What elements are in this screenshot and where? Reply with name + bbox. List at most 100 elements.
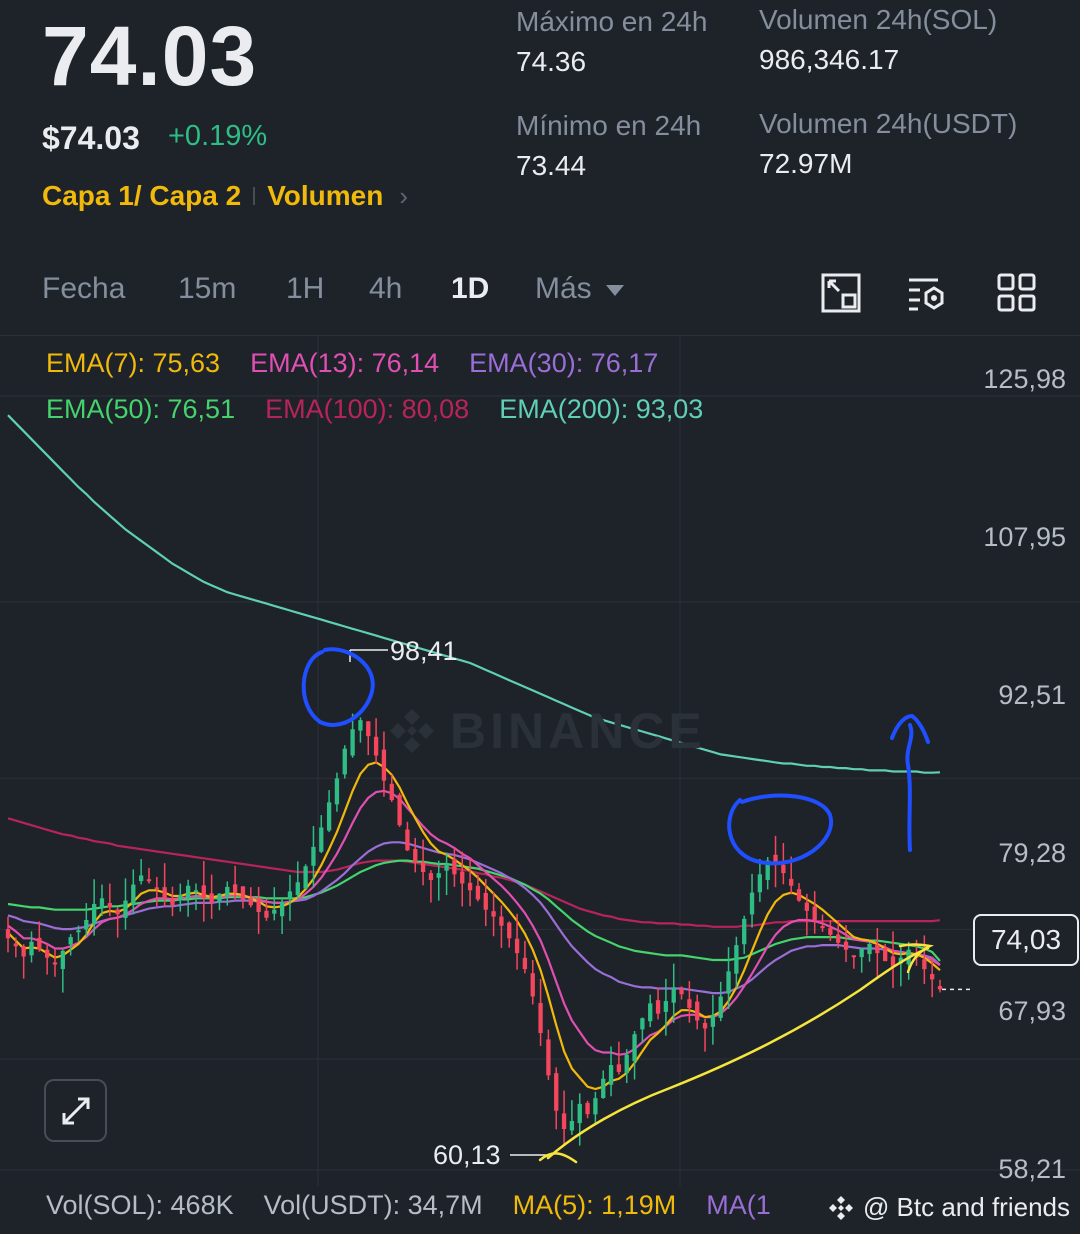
candle-body xyxy=(726,971,731,994)
candle-body xyxy=(201,885,206,899)
candle-body xyxy=(405,829,410,851)
candle-body xyxy=(875,944,880,954)
candle-body xyxy=(757,874,763,893)
candle-body xyxy=(358,720,363,731)
indicator-settings-icon[interactable] xyxy=(906,272,948,314)
stat-label: Mínimo en 24h xyxy=(516,110,702,141)
candle-body xyxy=(311,846,316,866)
tag-separator xyxy=(253,187,256,205)
stat-label: Máximo en 24h xyxy=(516,6,708,37)
chart-expand-icon[interactable] xyxy=(820,272,862,314)
candle-body xyxy=(507,922,512,939)
candle-body xyxy=(256,898,261,912)
y-tick-label: 125,98 xyxy=(983,364,1066,394)
candle-body xyxy=(601,1078,606,1099)
tab-4h[interactable]: 4h xyxy=(369,272,402,306)
candle-body xyxy=(734,945,739,974)
candle-body xyxy=(13,943,18,947)
binance-logo-icon xyxy=(390,709,434,753)
candle-body xyxy=(593,1098,598,1115)
price-chart[interactable] xyxy=(0,336,1080,1186)
tab-more[interactable]: Más xyxy=(535,272,624,306)
y-tick-label: 79,28 xyxy=(998,838,1066,868)
candle-body xyxy=(115,909,120,915)
candle-body xyxy=(749,892,755,915)
chevron-right-icon[interactable]: › xyxy=(399,181,408,212)
price-usd: $74.03 xyxy=(42,120,140,156)
candle-body xyxy=(483,892,488,910)
credit-watermark: @ Btc and friends xyxy=(826,1192,1070,1223)
candle-body xyxy=(843,941,849,950)
candle-body xyxy=(859,948,864,958)
stat-low-24h: Mínimo en 24h 73.44 xyxy=(516,110,701,182)
chart-grid xyxy=(0,336,1080,1186)
layout-grid-icon[interactable] xyxy=(996,272,1038,314)
tab-fecha[interactable]: Fecha xyxy=(42,272,125,306)
candle-body xyxy=(295,882,300,896)
candle-body xyxy=(702,1022,708,1029)
layer-tag[interactable]: Capa 1/ Capa 2 xyxy=(42,180,241,212)
candle-body xyxy=(640,1018,645,1030)
candle-body xyxy=(460,871,465,884)
candle-body xyxy=(99,898,105,908)
candle-body xyxy=(162,887,167,899)
watermark-text: BINANCE xyxy=(450,703,706,759)
candle-body xyxy=(217,893,222,903)
candle-body xyxy=(828,928,833,935)
candle-body xyxy=(789,878,794,886)
candle-body xyxy=(648,1003,653,1022)
candle-body xyxy=(131,884,136,905)
y-tick-label: 92,51 xyxy=(998,680,1066,710)
stat-value: 74.36 xyxy=(516,46,587,77)
candle-body xyxy=(687,999,692,1008)
candle-body xyxy=(21,946,26,957)
candle-body xyxy=(76,930,81,933)
tab-1d[interactable]: 1D xyxy=(451,272,489,306)
y-tick-label: 107,95 xyxy=(983,522,1066,552)
candle-body xyxy=(366,721,371,737)
candle-body xyxy=(225,886,230,896)
candle-body xyxy=(514,938,520,954)
tab-1h[interactable]: 1H xyxy=(286,272,324,306)
candle-body xyxy=(272,909,277,914)
stat-volume-sol: Volumen 24h(SOL) 986,346.17 xyxy=(759,4,997,76)
candle-body xyxy=(334,778,340,805)
tag-row[interactable]: Capa 1/ Capa 2 Volumen › xyxy=(42,180,408,212)
candle-body xyxy=(718,996,723,1018)
y-tick-label: 58,21 xyxy=(998,1154,1066,1184)
candle-body xyxy=(710,1014,716,1027)
candle-body xyxy=(209,893,214,903)
candle-body xyxy=(812,906,817,920)
stat-label: Volumen 24h(SOL) xyxy=(759,4,998,35)
candle-body xyxy=(867,943,872,955)
candle-body xyxy=(436,873,441,878)
tab-15m[interactable]: 15m xyxy=(178,272,236,306)
candle-body xyxy=(569,1121,575,1131)
candle-body xyxy=(138,875,144,882)
ema200-label: EMA(200): 93,03 xyxy=(499,394,704,424)
candle-body xyxy=(796,889,802,901)
high-price-marker: 98,41 xyxy=(390,636,458,666)
ema-legend-row-2: EMA(50): 76,51 EMA(100): 80,08 EMA(200):… xyxy=(46,394,733,425)
caret-down-icon xyxy=(605,284,624,296)
ema7-line xyxy=(7,761,941,1091)
candle-body xyxy=(68,937,73,945)
candle-body xyxy=(373,736,379,756)
ema30-line xyxy=(7,841,941,995)
credit-text: @ Btc and friends xyxy=(862,1192,1070,1222)
candle-body xyxy=(146,879,152,882)
candle-body xyxy=(154,887,159,890)
candle-body xyxy=(679,988,684,995)
candle-body xyxy=(444,864,449,871)
low-price-marker: 60,13 xyxy=(433,1140,501,1170)
candle-body xyxy=(577,1103,582,1124)
ema13-label: EMA(13): 76,14 xyxy=(250,348,440,378)
candle-body xyxy=(530,973,535,997)
candle-body xyxy=(452,858,457,875)
candle-body xyxy=(608,1065,614,1085)
candle-body xyxy=(279,901,285,917)
candle-body xyxy=(937,986,943,990)
fullscreen-button[interactable] xyxy=(44,1079,107,1142)
candle-body xyxy=(851,955,857,958)
volume-tag[interactable]: Volumen xyxy=(267,180,383,212)
